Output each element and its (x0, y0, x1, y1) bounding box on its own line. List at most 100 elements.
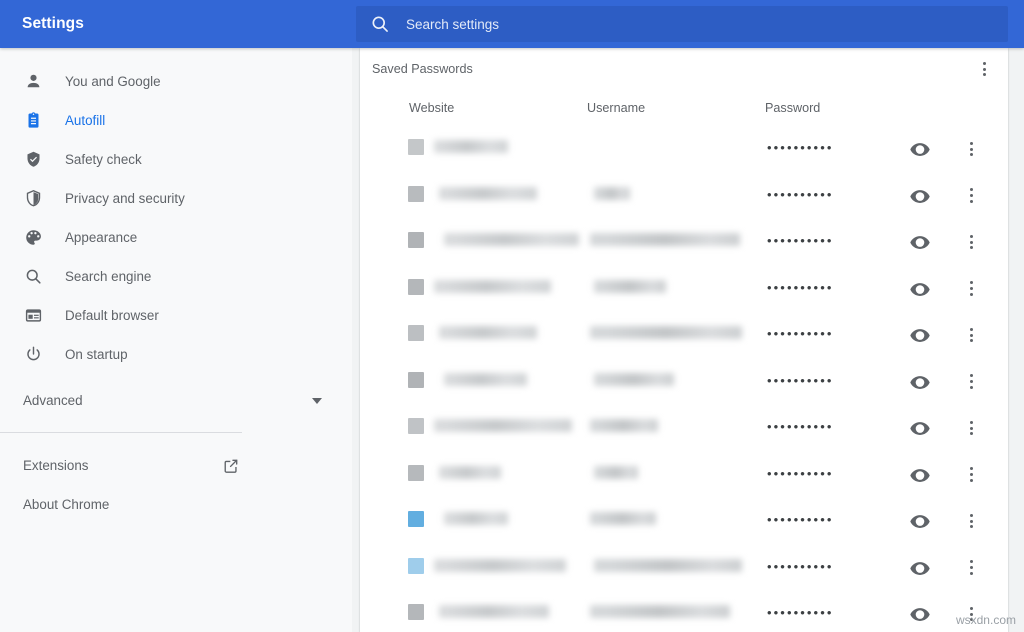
sidebar-item-about-chrome[interactable]: About Chrome (0, 485, 352, 524)
eye-icon[interactable] (909, 138, 931, 160)
sidebar-item-label: Search engine (65, 269, 152, 284)
password-masked: •••••••••• (767, 558, 834, 574)
password-masked: •••••••••• (767, 140, 834, 155)
search-icon (370, 14, 390, 34)
column-header-username: Username (587, 101, 646, 115)
password-masked: •••••••••• (767, 465, 834, 481)
kebab-menu-icon[interactable] (959, 137, 983, 161)
sidebar-item-label: Advanced (23, 393, 83, 408)
sidebar-item-appearance[interactable]: Appearance (0, 218, 352, 257)
website-value-redacted (444, 372, 527, 386)
sidebar-item-label: About Chrome (23, 497, 110, 512)
eye-icon[interactable] (909, 510, 931, 532)
app-header-bar: Settings (0, 0, 1024, 48)
kebab-menu-icon[interactable] (959, 463, 983, 487)
eye-icon[interactable] (909, 417, 931, 439)
username-value-redacted (594, 465, 638, 479)
eye-icon[interactable] (909, 557, 931, 579)
table-row[interactable]: •••••••••• (360, 452, 1008, 499)
sidebar-item-label: You and Google (65, 74, 161, 89)
saved-passwords-list: •••••••••• •••••••••• •••••••••• ••••••••••… (360, 126, 1008, 632)
eye-icon[interactable] (909, 324, 931, 346)
password-masked: •••••••••• (767, 233, 834, 248)
username-value-redacted (590, 326, 742, 339)
eye-icon[interactable] (909, 231, 931, 253)
password-masked: •••••••••• (767, 326, 834, 341)
clipboard-icon (23, 111, 43, 131)
table-row[interactable]: •••••••••• (360, 545, 1008, 592)
kebab-menu-icon[interactable] (972, 57, 996, 81)
password-masked: •••••••••• (767, 512, 834, 527)
kebab-menu-icon[interactable] (959, 230, 983, 254)
username-value-redacted (594, 372, 674, 386)
sidebar-item-safety-check[interactable]: Safety check (0, 140, 352, 179)
sidebar-item-privacy-and-security[interactable]: Privacy and security (0, 179, 352, 218)
username-value-redacted (590, 233, 740, 246)
sidebar-item-extensions[interactable]: Extensions (0, 446, 352, 485)
username-value-redacted (590, 419, 658, 432)
eye-icon[interactable] (909, 464, 931, 486)
shield-check-icon (23, 150, 43, 170)
site-favicon (408, 511, 424, 527)
eye-icon[interactable] (909, 371, 931, 393)
page-title: Settings (22, 15, 84, 32)
sidebar-item-you-and-google[interactable]: You and Google (0, 62, 352, 101)
site-favicon (408, 232, 424, 248)
kebab-menu-icon[interactable] (959, 556, 983, 580)
website-value-redacted (439, 605, 549, 618)
sidebar-item-search-engine[interactable]: Search engine (0, 257, 352, 296)
site-favicon (408, 185, 424, 202)
search-icon (23, 267, 43, 287)
table-row[interactable]: •••••••••• (360, 266, 1008, 313)
sidebar-item-default-browser[interactable]: Default browser (0, 296, 352, 335)
site-favicon (408, 464, 424, 481)
search-input[interactable] (406, 16, 966, 32)
card-title: Saved Passwords (372, 62, 473, 76)
kebab-menu-icon[interactable] (959, 184, 983, 208)
table-row[interactable]: •••••••••• (360, 591, 1008, 632)
table-row[interactable]: •••••••••• (360, 219, 1008, 266)
browser-window-icon (23, 306, 43, 326)
shield-half-icon (23, 189, 43, 209)
table-row[interactable]: •••••••••• (360, 498, 1008, 545)
eye-icon[interactable] (909, 185, 931, 207)
site-favicon (408, 604, 424, 620)
table-row[interactable]: •••••••••• (360, 359, 1008, 406)
sidebar-item-on-startup[interactable]: On startup (0, 335, 352, 374)
sidebar-item-advanced[interactable]: Advanced (0, 381, 352, 420)
saved-passwords-card: Saved Passwords Website Username Passwor… (360, 48, 1008, 632)
sidebar-item-autofill[interactable]: Autofill (0, 101, 352, 140)
card-header: Saved Passwords (360, 48, 1008, 90)
sidebar-item-label: Privacy and security (65, 191, 185, 206)
table-row[interactable]: •••••••••• (360, 126, 1008, 173)
site-favicon (408, 371, 424, 388)
site-favicon (408, 557, 424, 574)
site-favicon (408, 325, 424, 341)
person-icon (23, 72, 43, 92)
sidebar-item-label: On startup (65, 347, 128, 362)
eye-icon[interactable] (909, 603, 931, 625)
kebab-menu-icon[interactable] (959, 509, 983, 533)
sidebar-divider (0, 432, 242, 433)
password-masked: •••••••••• (767, 186, 834, 202)
username-value-redacted (594, 279, 666, 293)
palette-icon (23, 228, 43, 248)
kebab-menu-icon[interactable] (959, 370, 983, 394)
watermark: wsxdn.com (955, 613, 1016, 627)
website-value-redacted (439, 465, 501, 479)
site-favicon (408, 418, 424, 434)
settings-sidebar: You and Google Autofill Safety check Pri… (0, 48, 352, 632)
power-icon (23, 345, 43, 365)
search-bar[interactable] (356, 6, 1008, 42)
password-masked: •••••••••• (767, 279, 834, 295)
kebab-menu-icon[interactable] (959, 416, 983, 440)
kebab-menu-icon[interactable] (959, 277, 983, 301)
password-masked: •••••••••• (767, 419, 834, 434)
table-row[interactable]: •••••••••• (360, 173, 1008, 220)
table-row[interactable]: •••••••••• (360, 405, 1008, 452)
site-favicon (408, 278, 424, 295)
eye-icon[interactable] (909, 278, 931, 300)
table-row[interactable]: •••••••••• (360, 312, 1008, 359)
site-favicon (408, 139, 424, 155)
kebab-menu-icon[interactable] (959, 323, 983, 347)
